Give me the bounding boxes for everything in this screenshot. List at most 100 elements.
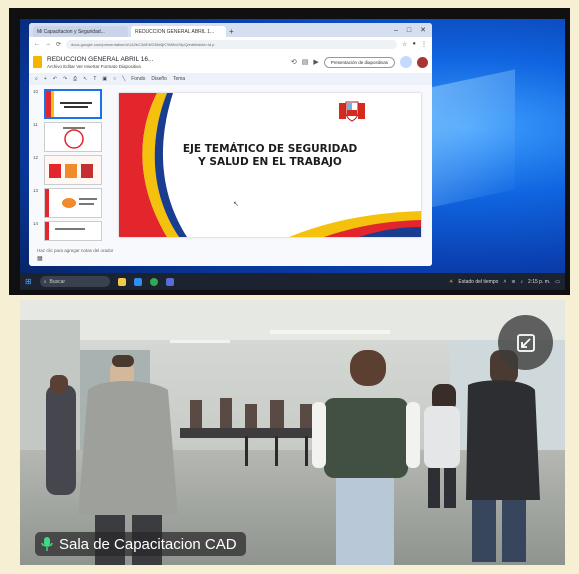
- slide-title-line-2: Y SALUD EN EL TRABAJO: [198, 156, 342, 168]
- shape-icon[interactable]: ○: [113, 76, 116, 82]
- chevron-up-icon[interactable]: ˄: [503, 279, 506, 285]
- thumbnail-graphic: [45, 123, 101, 151]
- document-title[interactable]: REDUCCION GENERAL ABRIL 16...: [47, 56, 153, 63]
- line-icon[interactable]: ╲: [122, 76, 125, 82]
- taskbar-search[interactable]: ⌕ Buscar: [39, 276, 110, 287]
- slide-number: 10: [33, 89, 39, 94]
- header-actions: ⟲ ▤ ▶ Presentación de diapositivas: [291, 56, 428, 68]
- forward-icon[interactable]: →: [45, 41, 51, 47]
- close-icon[interactable]: ✕: [420, 24, 426, 37]
- meet-icon[interactable]: ▶: [313, 58, 318, 66]
- filmstrip-item[interactable]: 13: [33, 188, 102, 218]
- slides-workspace: 10 11 12 13 14 EJE TEMÁTICO DE SEGURIDAD…: [29, 85, 432, 266]
- windows-taskbar: ⊞ ⌕ Buscar ☀ Estado del tiempo ˄ ≋ ♪ 2:1…: [20, 273, 565, 290]
- participant-name: Sala de Capacitacion CAD: [59, 535, 237, 553]
- filmstrip-item[interactable]: 10: [33, 89, 102, 119]
- browser-tab-2[interactable]: REDUCCION GENERAL ABRIL 1...: [131, 26, 226, 37]
- notification-icon[interactable]: ▭: [555, 279, 560, 285]
- url-field[interactable]: docs.google.com/presentation/d/1A2bC3dE4…: [66, 39, 397, 49]
- slide-thumbnail[interactable]: [44, 155, 102, 185]
- microphone-icon: [41, 537, 53, 551]
- address-bar: ← → ⟳ docs.google.com/presentation/d/1A2…: [29, 37, 432, 51]
- slide-thumbnail[interactable]: [44, 221, 102, 241]
- room-scene-graphic: [20, 300, 565, 565]
- wifi-icon[interactable]: ≋: [511, 279, 515, 285]
- shared-screen-tile[interactable]: Mi Capacitacion y Seguridad... REDUCCION…: [9, 8, 570, 295]
- slide-thumbnail[interactable]: [44, 89, 102, 119]
- comments-icon[interactable]: ▤: [302, 58, 309, 66]
- textbox-icon[interactable]: T: [93, 76, 96, 82]
- bookmark-star-icon[interactable]: ☆: [402, 41, 407, 48]
- maximize-icon[interactable]: □: [407, 24, 411, 37]
- windows-desktop: Mi Capacitacion y Seguridad... REDUCCION…: [20, 19, 565, 290]
- toolbar-background[interactable]: Fondo: [131, 76, 145, 82]
- browser-tab-1[interactable]: Mi Capacitacion y Seguridad...: [33, 26, 128, 37]
- slide-number: 14: [33, 221, 39, 226]
- filmstrip: 10 11 12 13 14: [29, 85, 104, 266]
- present-button[interactable]: Presentación de diapositivas: [323, 56, 395, 68]
- doc-title-block: REDUCCION GENERAL ABRIL 16... Archivo Ed…: [47, 56, 153, 69]
- participant-name-label: Sala de Capacitacion CAD: [35, 532, 246, 556]
- slide-title[interactable]: EJE TEMÁTICO DE SEGURIDAD Y SALUD EN EL …: [119, 143, 421, 169]
- teams-icon[interactable]: [165, 277, 174, 286]
- windows-start-icon[interactable]: ⊞: [25, 277, 32, 286]
- search-menus-icon[interactable]: ⌕: [35, 76, 38, 82]
- google-slides-logo-icon[interactable]: [33, 56, 42, 68]
- print-icon[interactable]: ⎙: [73, 76, 77, 82]
- weather-icon: ☀: [448, 278, 454, 285]
- slide-thumbnail[interactable]: [44, 122, 102, 152]
- new-tab-icon[interactable]: +: [229, 26, 234, 37]
- add-slide-icon[interactable]: +: [44, 76, 47, 82]
- filmstrip-item[interactable]: 11: [33, 122, 102, 152]
- search-icon: ⌕: [43, 278, 47, 285]
- slides-header: REDUCCION GENERAL ABRIL 16... Archivo Ed…: [29, 51, 432, 73]
- slide-thumbnail[interactable]: [44, 188, 102, 218]
- menu-bar[interactable]: Archivo Editar Ver Insertar Formato Diap…: [47, 64, 153, 69]
- thumbnail-graphic: [45, 156, 101, 184]
- kebab-menu-icon[interactable]: ⋮: [421, 41, 427, 48]
- reload-icon[interactable]: ⟳: [56, 41, 61, 48]
- back-icon[interactable]: ←: [34, 41, 40, 47]
- slide-title-line-1: EJE TEMÁTICO DE SEGURIDAD: [182, 143, 358, 155]
- taskbar-search-label: Buscar: [49, 278, 66, 285]
- slides-toolbar: ⌕ + ↶ ↷ ⎙ ↖ T ▣ ○ ╲ Fondo Diseño Tema: [29, 73, 432, 85]
- clock[interactable]: 2:15 p. m.: [528, 279, 550, 285]
- window-controls: – □ ✕: [394, 24, 432, 37]
- wallpaper-light: [425, 69, 515, 209]
- grid-view-icon[interactable]: ▦: [37, 255, 43, 262]
- redo-icon[interactable]: ↷: [63, 76, 67, 82]
- toolbar-layout[interactable]: Diseño: [151, 76, 167, 82]
- exit-fullscreen-icon: [516, 333, 535, 352]
- thumbnail-graphic: [46, 91, 92, 117]
- weather-label[interactable]: Estado del tiempo: [458, 279, 498, 285]
- slide-number: 12: [33, 155, 39, 160]
- slide-canvas[interactable]: EJE TEMÁTICO DE SEGURIDAD Y SALUD EN EL …: [119, 93, 421, 237]
- filmstrip-item[interactable]: 12: [33, 155, 102, 185]
- thumbnail-graphic: [45, 189, 101, 217]
- system-tray: ☀ Estado del tiempo ˄ ≋ ♪ 2:15 p. m. ▭: [449, 279, 560, 285]
- coat-of-arms-icon: [339, 99, 365, 123]
- edge-icon[interactable]: [133, 277, 142, 286]
- thumbnail-graphic: [45, 222, 101, 240]
- chrome-icon[interactable]: [149, 277, 158, 286]
- user-avatar[interactable]: [417, 56, 428, 68]
- profile-icon[interactable]: ●: [412, 41, 416, 47]
- file-explorer-icon[interactable]: [117, 277, 126, 286]
- undo-icon[interactable]: ↶: [53, 76, 57, 82]
- room-video: [20, 300, 565, 565]
- minimize-icon[interactable]: –: [394, 24, 398, 37]
- image-icon[interactable]: ▣: [102, 76, 107, 82]
- select-icon[interactable]: ↖: [83, 76, 87, 82]
- tab-strip: Mi Capacitacion y Seguridad... REDUCCION…: [29, 23, 432, 37]
- camera-feed-tile[interactable]: Sala de Capacitacion CAD: [9, 295, 570, 567]
- speaker-notes[interactable]: Haz clic para agregar notas del orador: [37, 248, 114, 253]
- slide-number: 11: [33, 122, 38, 127]
- browser-window[interactable]: Mi Capacitacion y Seguridad... REDUCCION…: [29, 23, 432, 266]
- slide-number: 13: [33, 188, 39, 193]
- filmstrip-item[interactable]: 14: [33, 221, 102, 241]
- exit-fullscreen-button[interactable]: [498, 315, 553, 370]
- speaker-icon[interactable]: ♪: [521, 279, 524, 285]
- history-icon[interactable]: ⟲: [291, 58, 297, 66]
- toolbar-theme[interactable]: Tema: [173, 76, 185, 82]
- share-button[interactable]: [400, 56, 412, 68]
